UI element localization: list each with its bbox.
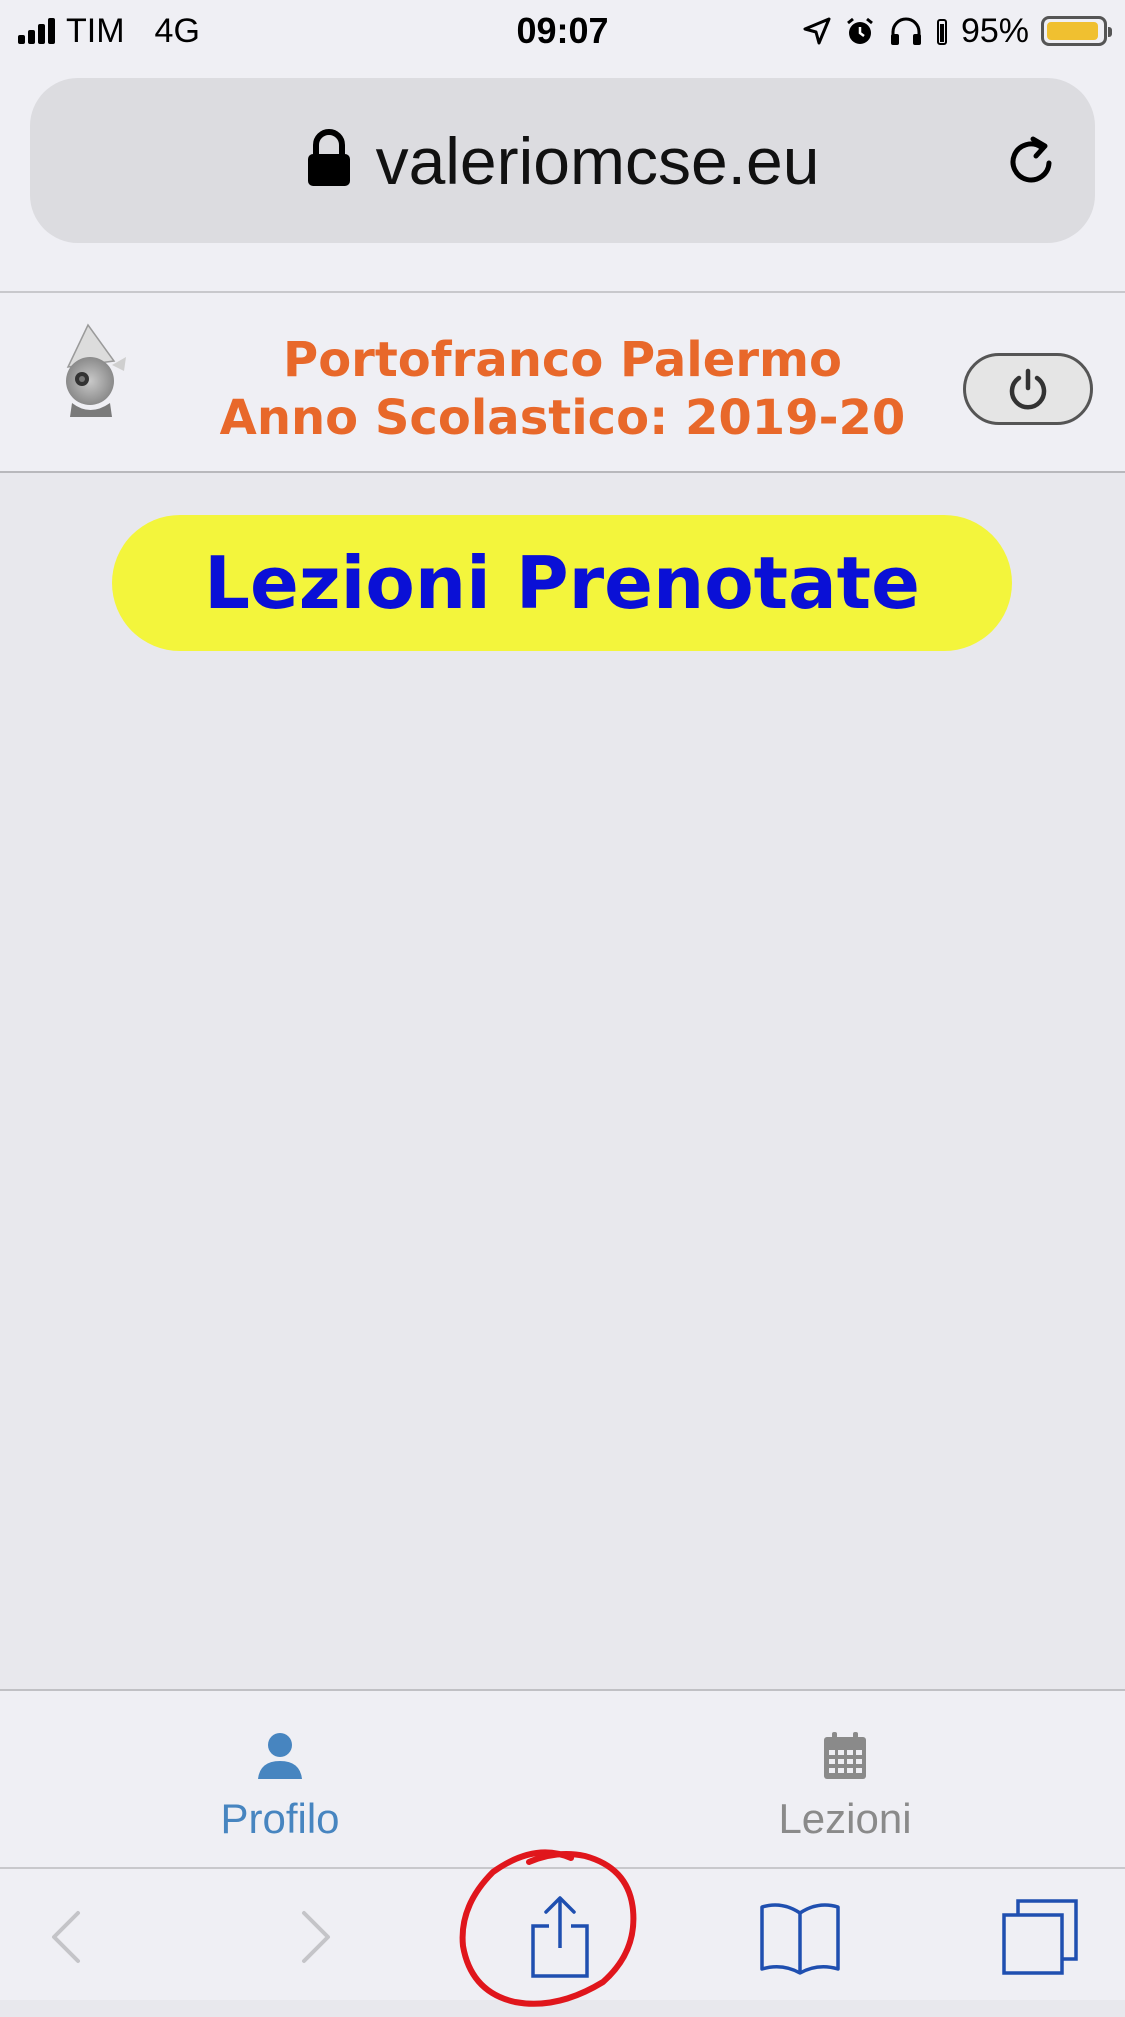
battery-fill — [1047, 22, 1099, 40]
address-bar[interactable]: valeriomcse.eu — [30, 78, 1095, 243]
user-icon — [254, 1731, 306, 1781]
main-content: Lezioni Prenotate — [0, 473, 1125, 1689]
page-title: Lezioni Prenotate — [112, 515, 1012, 651]
annotation-circle — [453, 1842, 643, 2012]
back-icon[interactable] — [16, 1887, 116, 1987]
status-right: 95% — [789, 8, 1112, 54]
headphones-icon — [889, 16, 923, 46]
url-text[interactable]: valeriomcse.eu — [376, 123, 820, 199]
alarm-icon — [845, 16, 875, 46]
power-icon — [1009, 368, 1047, 410]
reload-icon[interactable] — [1003, 133, 1059, 189]
logout-button[interactable] — [963, 353, 1093, 425]
location-arrow-icon — [803, 17, 831, 45]
forward-icon[interactable] — [266, 1887, 366, 1987]
tab-lezioni[interactable]: Lezioni — [725, 1691, 965, 1867]
avatar-image — [52, 321, 132, 421]
lock-icon — [306, 128, 352, 193]
site-header: Portofranco Palermo Anno Scolastico: 201… — [0, 293, 1125, 473]
header-titles: Portofranco Palermo Anno Scolastico: 201… — [150, 331, 975, 447]
address-center: valeriomcse.eu — [30, 78, 1095, 243]
battery-icon — [1041, 16, 1112, 46]
tab-profilo-label: Profilo — [220, 1795, 340, 1842]
org-name: Portofranco Palermo — [283, 332, 842, 388]
calendar-icon — [819, 1731, 871, 1781]
status-bar: TIM 4G 09:07 95% — [0, 0, 1125, 62]
tab-lezioni-label: Lezioni — [778, 1795, 912, 1842]
browser-top-bar: valeriomcse.eu — [0, 62, 1125, 293]
school-year: Anno Scolastico: 2019-20 — [219, 390, 906, 446]
bookmarks-icon[interactable] — [750, 1887, 850, 1987]
battery-percent: 95% — [960, 11, 1029, 50]
battery-mini-icon — [936, 17, 947, 45]
tabs-icon[interactable] — [990, 1887, 1090, 1987]
tab-profilo[interactable]: Profilo — [160, 1691, 400, 1867]
